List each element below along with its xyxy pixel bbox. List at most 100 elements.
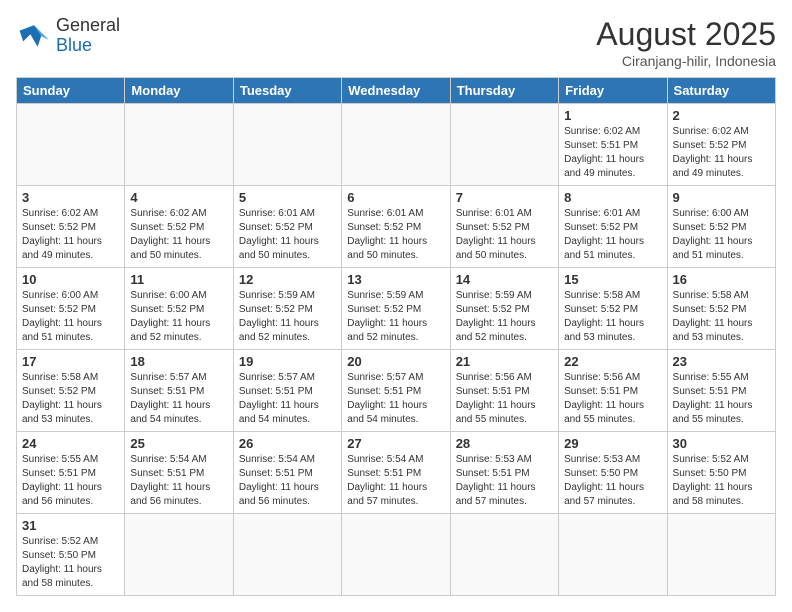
day-number: 30 bbox=[673, 436, 770, 451]
week-row-1: 1Sunrise: 6:02 AMSunset: 5:51 PMDaylight… bbox=[17, 104, 776, 186]
calendar-cell: 13Sunrise: 5:59 AMSunset: 5:52 PMDayligh… bbox=[342, 268, 450, 350]
calendar-cell: 28Sunrise: 5:53 AMSunset: 5:51 PMDayligh… bbox=[450, 432, 558, 514]
day-number: 20 bbox=[347, 354, 444, 369]
calendar-cell: 1Sunrise: 6:02 AMSunset: 5:51 PMDaylight… bbox=[559, 104, 667, 186]
day-info: Sunrise: 6:01 AMSunset: 5:52 PMDaylight:… bbox=[239, 207, 336, 263]
day-info: Sunrise: 5:54 AMSunset: 5:51 PMDaylight:… bbox=[239, 453, 336, 509]
day-info: Sunrise: 6:00 AMSunset: 5:52 PMDaylight:… bbox=[22, 289, 119, 345]
calendar-cell: 4Sunrise: 6:02 AMSunset: 5:52 PMDaylight… bbox=[125, 186, 233, 268]
day-info: Sunrise: 5:59 AMSunset: 5:52 PMDaylight:… bbox=[456, 289, 553, 345]
week-row-3: 10Sunrise: 6:00 AMSunset: 5:52 PMDayligh… bbox=[17, 268, 776, 350]
calendar-cell: 23 Sunrise: 5:55 AMSunset: 5:51 PMDayligh… bbox=[667, 350, 775, 432]
day-info: Sunrise: 5:57 AMSunset: 5:51 PMDaylight:… bbox=[130, 371, 227, 427]
calendar-cell: 11Sunrise: 6:00 AMSunset: 5:52 PMDayligh… bbox=[125, 268, 233, 350]
calendar-cell bbox=[450, 104, 558, 186]
day-number: 14 bbox=[456, 272, 553, 287]
calendar-cell: 17Sunrise: 5:58 AMSunset: 5:52 PMDayligh… bbox=[17, 350, 125, 432]
calendar-cell: 8 Sunrise: 6:01 AMSunset: 5:52 PMDaylight… bbox=[559, 186, 667, 268]
day-info: Sunrise: 5:54 AMSunset: 5:51 PMDaylight:… bbox=[347, 453, 444, 509]
day-info: Sunrise: 5:57 AMSunset: 5:51 PMDaylight:… bbox=[239, 371, 336, 427]
day-info: Sunrise: 5:58 AMSunset: 5:52 PMDaylight:… bbox=[564, 289, 661, 345]
day-number: 7 bbox=[456, 190, 553, 205]
calendar-cell bbox=[342, 514, 450, 596]
day-number: 1 bbox=[564, 108, 661, 123]
calendar-cell bbox=[125, 104, 233, 186]
calendar-cell: 16Sunrise: 5:58 AMSunset: 5:52 PMDayligh… bbox=[667, 268, 775, 350]
day-info: Sunrise: 5:56 AMSunset: 5:51 PMDaylight:… bbox=[564, 371, 661, 427]
logo-text: General Blue bbox=[56, 16, 120, 56]
day-info: Sunrise: 6:02 AMSunset: 5:52 PMDaylight:… bbox=[130, 207, 227, 263]
calendar-cell: 27 Sunrise: 5:54 AMSunset: 5:51 PMDayligh… bbox=[342, 432, 450, 514]
day-info: Sunrise: 6:00 AMSunset: 5:52 PMDaylight:… bbox=[130, 289, 227, 345]
calendar-cell: 26 Sunrise: 5:54 AMSunset: 5:51 PMDayligh… bbox=[233, 432, 341, 514]
day-number: 27 bbox=[347, 436, 444, 451]
day-info: Sunrise: 5:59 AMSunset: 5:52 PMDaylight:… bbox=[347, 289, 444, 345]
calendar-cell: 6 Sunrise: 6:01 AMSunset: 5:52 PMDaylight… bbox=[342, 186, 450, 268]
day-number: 26 bbox=[239, 436, 336, 451]
day-info: Sunrise: 5:54 AMSunset: 5:51 PMDaylight:… bbox=[130, 453, 227, 509]
day-info: Sunrise: 5:57 AMSunset: 5:51 PMDaylight:… bbox=[347, 371, 444, 427]
header: General Blue August 2025 Ciranjang-hilir… bbox=[16, 16, 776, 69]
calendar-cell: 24 Sunrise: 5:55 AMSunset: 5:51 PMDayligh… bbox=[17, 432, 125, 514]
calendar-cell: 15Sunrise: 5:58 AMSunset: 5:52 PMDayligh… bbox=[559, 268, 667, 350]
day-info: Sunrise: 5:55 AMSunset: 5:51 PMDaylight:… bbox=[673, 371, 770, 427]
day-number: 24 bbox=[22, 436, 119, 451]
day-number: 28 bbox=[456, 436, 553, 451]
day-number: 31 bbox=[22, 518, 119, 533]
weekday-header-thursday: Thursday bbox=[450, 78, 558, 104]
week-row-5: 24 Sunrise: 5:55 AMSunset: 5:51 PMDayligh… bbox=[17, 432, 776, 514]
day-number: 12 bbox=[239, 272, 336, 287]
calendar-cell: 3Sunrise: 6:02 AMSunset: 5:52 PMDaylight… bbox=[17, 186, 125, 268]
calendar-cell: 2Sunrise: 6:02 AMSunset: 5:52 PMDaylight… bbox=[667, 104, 775, 186]
calendar-cell: 30Sunrise: 5:52 AMSunset: 5:50 PMDayligh… bbox=[667, 432, 775, 514]
day-info: Sunrise: 5:52 AMSunset: 5:50 PMDaylight:… bbox=[22, 535, 119, 591]
location: Ciranjang-hilir, Indonesia bbox=[596, 53, 776, 69]
calendar-cell: 22 Sunrise: 5:56 AMSunset: 5:51 PMDayligh… bbox=[559, 350, 667, 432]
day-number: 21 bbox=[456, 354, 553, 369]
day-info: Sunrise: 6:00 AMSunset: 5:52 PMDaylight:… bbox=[673, 207, 770, 263]
calendar-cell bbox=[233, 514, 341, 596]
day-number: 6 bbox=[347, 190, 444, 205]
calendar-cell bbox=[667, 514, 775, 596]
calendar-cell: 14 Sunrise: 5:59 AMSunset: 5:52 PMDayligh… bbox=[450, 268, 558, 350]
day-number: 9 bbox=[673, 190, 770, 205]
day-info: Sunrise: 5:56 AMSunset: 5:51 PMDaylight:… bbox=[456, 371, 553, 427]
day-number: 18 bbox=[130, 354, 227, 369]
day-info: Sunrise: 5:59 AMSunset: 5:52 PMDaylight:… bbox=[239, 289, 336, 345]
calendar-cell: 29 Sunrise: 5:53 AMSunset: 5:50 PMDayligh… bbox=[559, 432, 667, 514]
weekday-header-monday: Monday bbox=[125, 78, 233, 104]
day-info: Sunrise: 5:53 AMSunset: 5:50 PMDaylight:… bbox=[564, 453, 661, 509]
calendar-cell: 12 Sunrise: 5:59 AMSunset: 5:52 PMDayligh… bbox=[233, 268, 341, 350]
day-info: Sunrise: 5:58 AMSunset: 5:52 PMDaylight:… bbox=[22, 371, 119, 427]
day-number: 3 bbox=[22, 190, 119, 205]
calendar-cell: 9 Sunrise: 6:00 AMSunset: 5:52 PMDaylight… bbox=[667, 186, 775, 268]
day-number: 19 bbox=[239, 354, 336, 369]
week-row-6: 31 Sunrise: 5:52 AMSunset: 5:50 PMDayligh… bbox=[17, 514, 776, 596]
day-info: Sunrise: 6:01 AMSunset: 5:52 PMDaylight:… bbox=[564, 207, 661, 263]
calendar-cell: 10Sunrise: 6:00 AMSunset: 5:52 PMDayligh… bbox=[17, 268, 125, 350]
month-title: August 2025 bbox=[596, 16, 776, 53]
calendar-cell: 5Sunrise: 6:01 AMSunset: 5:52 PMDaylight… bbox=[233, 186, 341, 268]
weekday-header-friday: Friday bbox=[559, 78, 667, 104]
day-number: 2 bbox=[673, 108, 770, 123]
day-number: 22 bbox=[564, 354, 661, 369]
weekday-header-row: SundayMondayTuesdayWednesdayThursdayFrid… bbox=[17, 78, 776, 104]
calendar-cell: 31 Sunrise: 5:52 AMSunset: 5:50 PMDayligh… bbox=[17, 514, 125, 596]
weekday-header-tuesday: Tuesday bbox=[233, 78, 341, 104]
day-info: Sunrise: 5:55 AMSunset: 5:51 PMDaylight:… bbox=[22, 453, 119, 509]
calendar: SundayMondayTuesdayWednesdayThursdayFrid… bbox=[16, 77, 776, 596]
day-info: Sunrise: 5:58 AMSunset: 5:52 PMDaylight:… bbox=[673, 289, 770, 345]
week-row-2: 3 Sunrise: 6:02 AMSunset: 5:52 PMDaylight… bbox=[17, 186, 776, 268]
day-number: 29 bbox=[564, 436, 661, 451]
calendar-cell bbox=[450, 514, 558, 596]
day-info: Sunrise: 6:01 AMSunset: 5:52 PMDaylight:… bbox=[347, 207, 444, 263]
day-number: 23 bbox=[673, 354, 770, 369]
day-info: Sunrise: 6:01 AMSunset: 5:52 PMDaylight:… bbox=[456, 207, 553, 263]
logo: General Blue bbox=[16, 16, 120, 56]
calendar-cell: 19 Sunrise: 5:57 AMSunset: 5:51 PMDayligh… bbox=[233, 350, 341, 432]
calendar-cell: 18 Sunrise: 5:57 AMSunset: 5:51 PMDayligh… bbox=[125, 350, 233, 432]
calendar-cell: 20 Sunrise: 5:57 AMSunset: 5:51 PMDayligh… bbox=[342, 350, 450, 432]
title-area: August 2025 Ciranjang-hilir, Indonesia bbox=[596, 16, 776, 69]
day-number: 8 bbox=[564, 190, 661, 205]
calendar-cell bbox=[559, 514, 667, 596]
